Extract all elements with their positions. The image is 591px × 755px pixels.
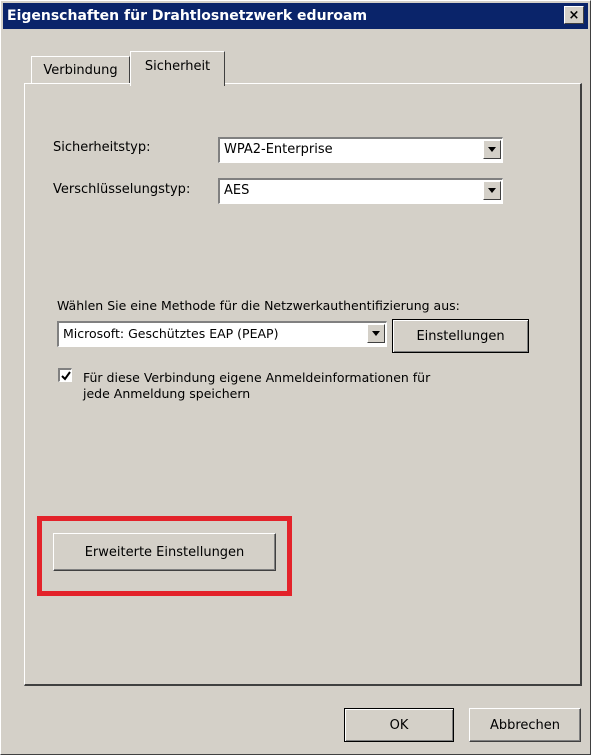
- encryption-type-dropdown[interactable]: AES: [218, 178, 503, 204]
- auth-method-dropdown-arrow[interactable]: [367, 324, 385, 343]
- tab-sicherheit-label: Sicherheit: [144, 58, 211, 74]
- chevron-down-icon: [488, 147, 496, 152]
- remember-credentials-label-line2[interactable]: jede Anmeldung speichern: [83, 386, 250, 401]
- remember-credentials-label-line1[interactable]: Für diese Verbindung eigene Anmeldeinfor…: [83, 370, 430, 385]
- auth-method-label: Wählen Sie eine Methode für die Netzwerk…: [57, 298, 460, 313]
- security-type-dropdown[interactable]: WPA2-Enterprise: [218, 137, 503, 163]
- ok-button-label: OK: [389, 717, 409, 733]
- auth-settings-button[interactable]: Einstellungen: [392, 319, 529, 353]
- title-bar[interactable]: Eigenschaften für Drahtlosnetzwerk eduro…: [3, 3, 588, 29]
- security-type-value: WPA2-Enterprise: [224, 142, 333, 157]
- auth-settings-button-label: Einstellungen: [416, 328, 505, 344]
- auth-method-value: Microsoft: Geschütztes EAP (PEAP): [63, 326, 279, 341]
- tab-sicherheit[interactable]: Sicherheit: [130, 51, 225, 86]
- highlight-frame: [37, 516, 292, 596]
- encryption-type-value: AES: [224, 183, 250, 198]
- ok-button[interactable]: OK: [344, 708, 454, 742]
- dialog-window: Eigenschaften für Drahtlosnetzwerk eduro…: [0, 0, 591, 755]
- cancel-button-label: Abbrechen: [489, 717, 561, 733]
- encryption-type-label: Verschlüsselungstyp:: [53, 182, 191, 197]
- tab-verbindung[interactable]: Verbindung: [31, 56, 130, 84]
- chevron-down-icon: [372, 331, 380, 336]
- security-type-dropdown-arrow[interactable]: [483, 140, 501, 159]
- close-button[interactable]: ×: [564, 6, 584, 24]
- window-title: Eigenschaften für Drahtlosnetzwerk eduro…: [7, 8, 368, 24]
- checkmark-icon: [60, 370, 71, 381]
- remember-credentials-checkbox[interactable]: [58, 368, 72, 382]
- tab-verbindung-label: Verbindung: [43, 63, 118, 78]
- cancel-button[interactable]: Abbrechen: [469, 708, 581, 742]
- auth-method-dropdown[interactable]: Microsoft: Geschütztes EAP (PEAP): [57, 321, 387, 347]
- close-icon: ×: [568, 7, 580, 23]
- chevron-down-icon: [488, 188, 496, 193]
- encryption-type-dropdown-arrow[interactable]: [483, 181, 501, 200]
- security-type-label: Sicherheitstyp:: [53, 140, 151, 155]
